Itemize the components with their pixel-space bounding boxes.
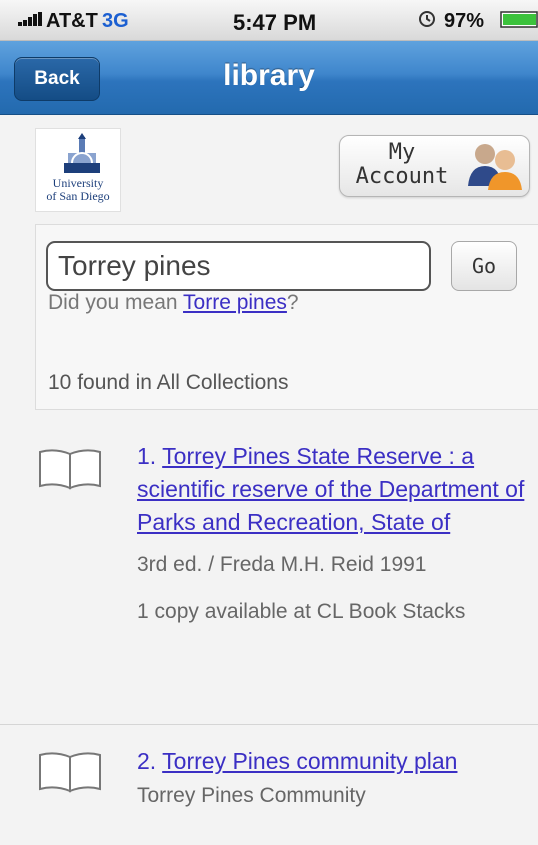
battery-percent: 97% bbox=[444, 10, 485, 32]
page-title: library bbox=[223, 59, 315, 92]
go-button[interactable]: Go bbox=[451, 241, 517, 291]
list-item[interactable]: 2. Torrey Pines community plan Torrey Pi… bbox=[0, 725, 538, 845]
spelling-suggestion: Did you mean Torre pines? bbox=[48, 291, 299, 315]
status-bar: AT&T 3G 5:47 PM 97% bbox=[0, 0, 538, 41]
open-book-icon bbox=[39, 449, 101, 490]
university-seal-icon bbox=[64, 133, 100, 173]
my-account-label: My Account bbox=[352, 141, 452, 189]
result-title-link[interactable]: Torrey Pines community plan bbox=[162, 748, 457, 774]
carrier-name: AT&T bbox=[46, 10, 98, 32]
result-title[interactable]: 2. Torrey Pines community plan bbox=[137, 745, 537, 778]
suggestion-prefix: Did you mean bbox=[48, 291, 184, 314]
result-text: 1. Torrey Pines State Reserve : a scient… bbox=[137, 440, 537, 627]
result-count: 10 found in All Collections bbox=[48, 371, 289, 394]
result-number: 1. bbox=[137, 443, 157, 469]
network-type: 3G bbox=[102, 10, 129, 32]
status-time: 5:47 PM bbox=[233, 10, 317, 35]
logo-text-san-diego: of San Diego bbox=[46, 189, 110, 203]
my-account-button[interactable]: My Account bbox=[339, 135, 530, 197]
result-text: 2. Torrey Pines community plan Torrey Pi… bbox=[137, 745, 537, 810]
search-input[interactable] bbox=[46, 241, 431, 291]
logo-text-university: University bbox=[52, 176, 104, 190]
result-availability: 1 copy available at CL Book Stacks bbox=[137, 600, 466, 623]
my-account-label-line1: My bbox=[388, 140, 416, 165]
suggestion-suffix: ? bbox=[286, 291, 299, 314]
alarm-clock-icon bbox=[419, 11, 435, 27]
suggestion-link[interactable]: Torre pines bbox=[183, 291, 287, 314]
result-title-link[interactable]: Torrey Pines State Reserve : a scientifi… bbox=[137, 443, 524, 535]
university-logo[interactable]: University of San Diego bbox=[35, 128, 121, 212]
result-number: 2. bbox=[137, 748, 157, 774]
signal-bars-icon bbox=[18, 12, 42, 26]
search-panel: Go Did you mean Torre pines? 10 found in… bbox=[35, 224, 538, 410]
navigation-bar: Back library bbox=[0, 41, 538, 115]
battery-icon bbox=[500, 11, 538, 28]
my-account-label-line2: Account bbox=[355, 164, 449, 189]
result-author-info: 3rd ed. / Freda M.H. Reid 1991 bbox=[137, 553, 427, 576]
result-title[interactable]: 1. Torrey Pines State Reserve : a scient… bbox=[137, 440, 537, 539]
open-book-icon bbox=[39, 752, 101, 793]
people-icon bbox=[468, 144, 522, 190]
list-item[interactable]: 1. Torrey Pines State Reserve : a scient… bbox=[0, 420, 538, 725]
